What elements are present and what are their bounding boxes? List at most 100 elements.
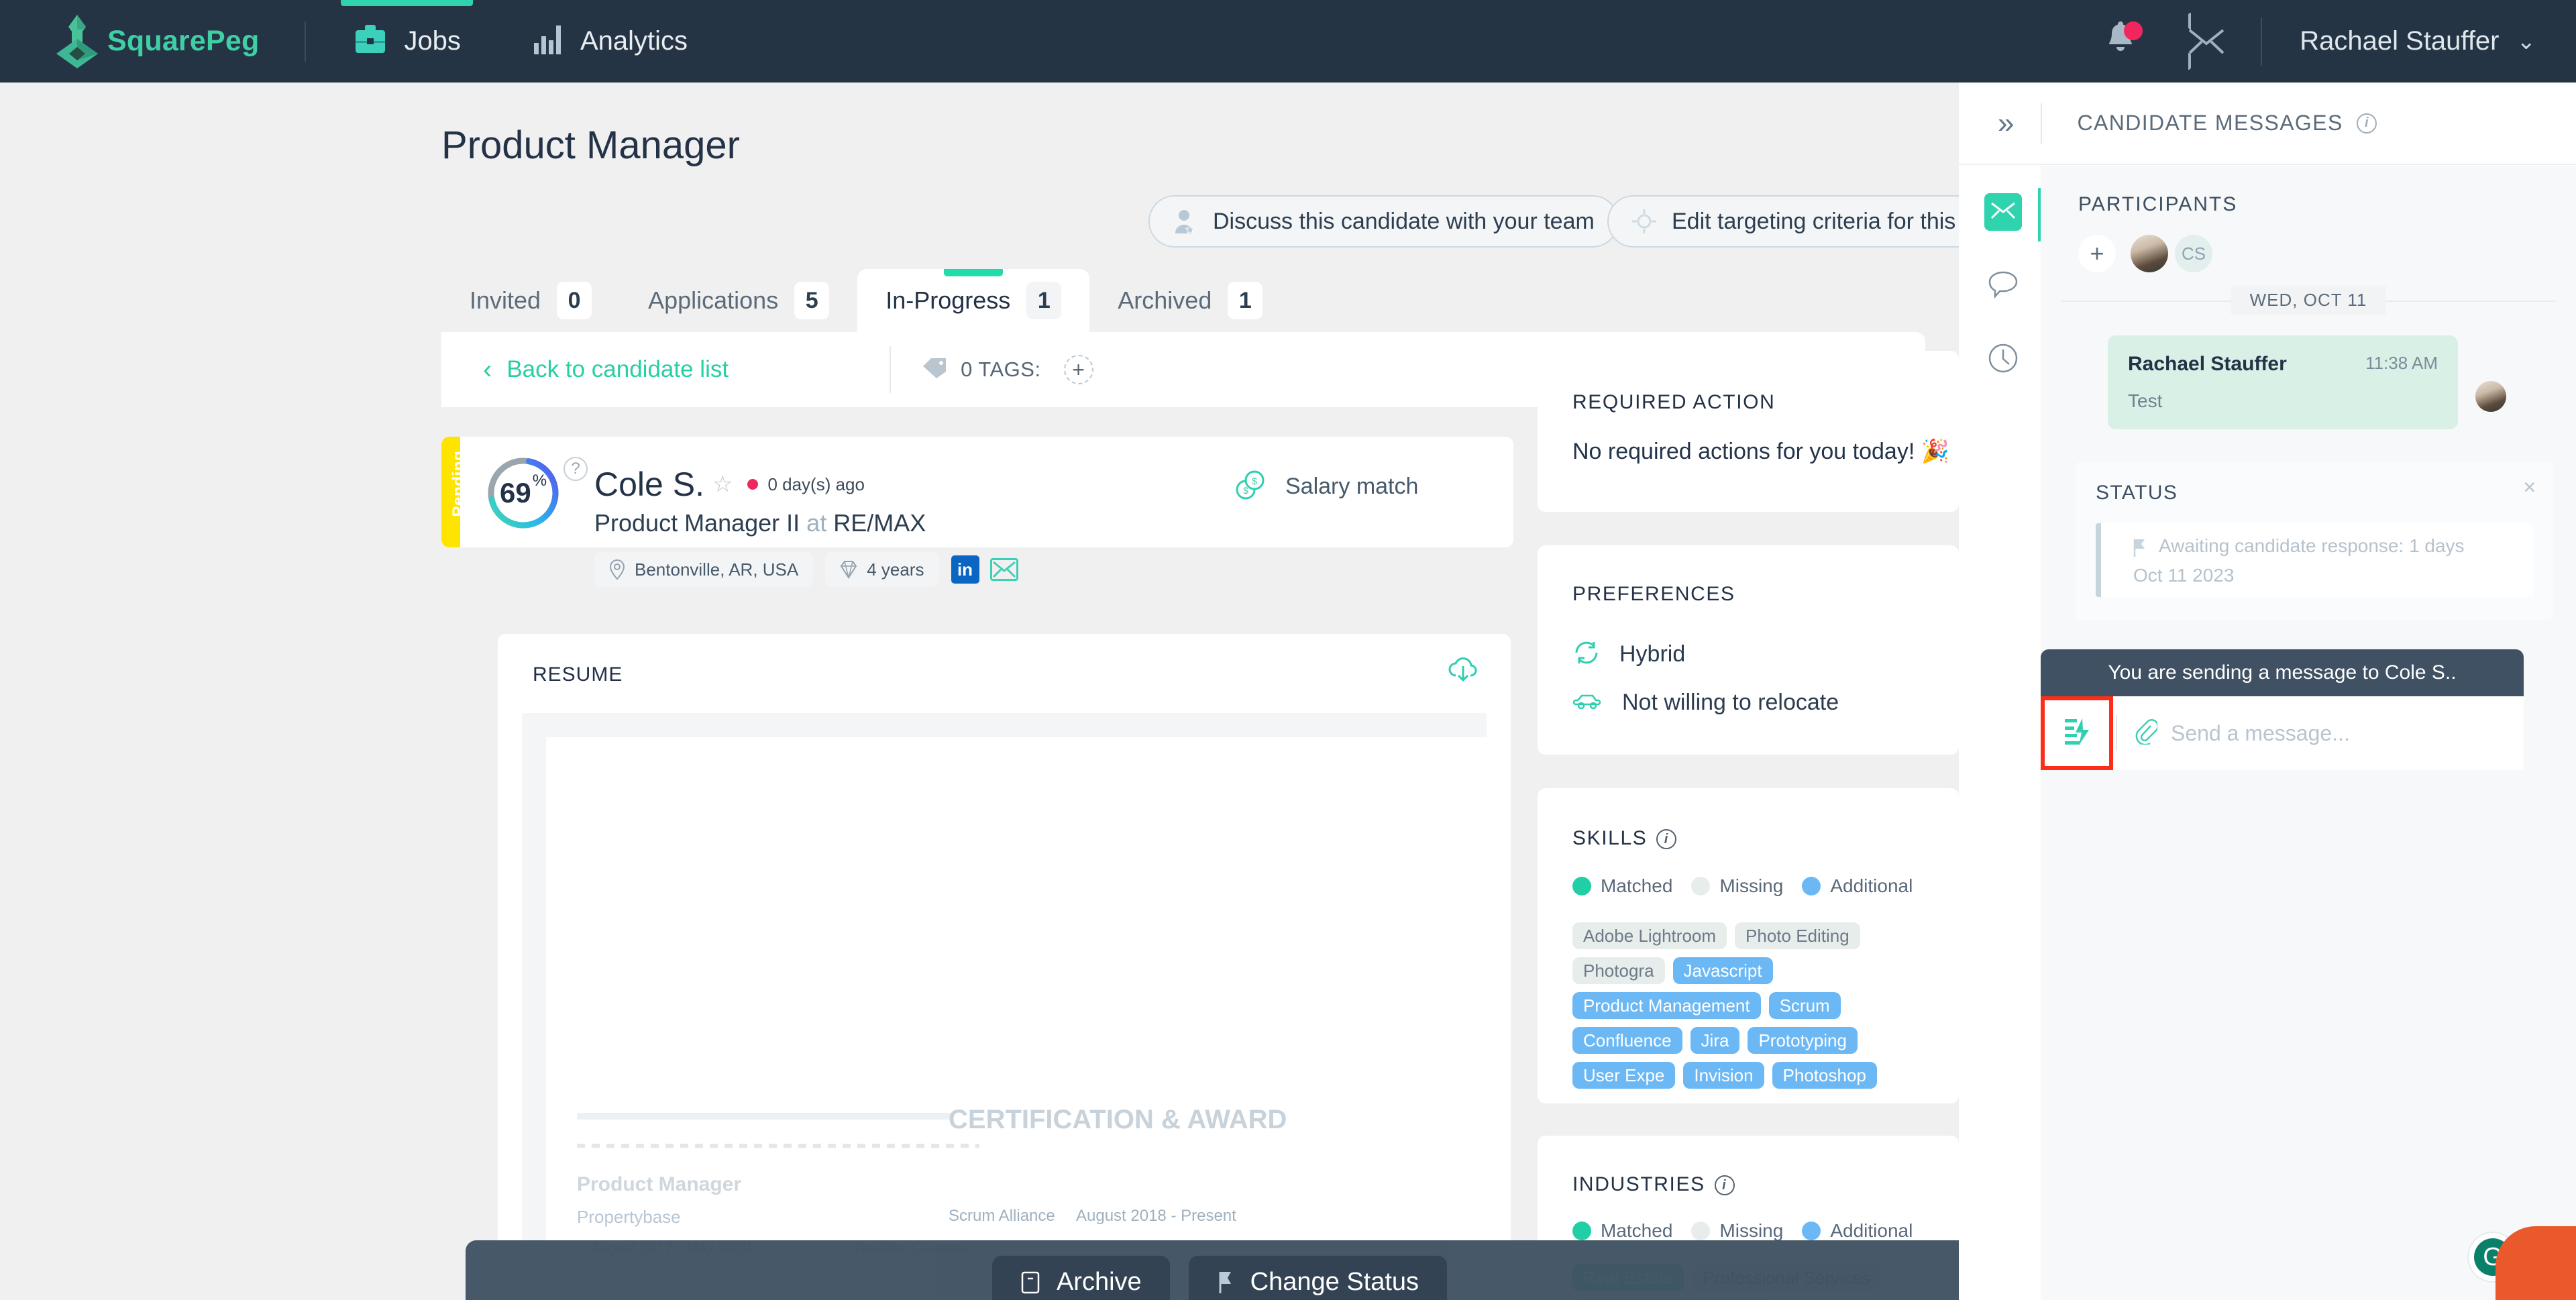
help-icon[interactable]: ? bbox=[564, 457, 588, 481]
location-pin-icon bbox=[609, 559, 625, 580]
rail-item-notes[interactable] bbox=[1984, 267, 2022, 305]
add-participant-button[interactable]: + bbox=[2078, 235, 2116, 272]
rail-item-history[interactable] bbox=[1984, 341, 2022, 378]
legend-matched: Matched bbox=[1572, 1220, 1672, 1242]
message-bubble: 11:38 AM Rachael Stauffer Test bbox=[2108, 335, 2458, 429]
resume-document-viewport[interactable]: Product Manager Propertybase August 2017… bbox=[522, 713, 1487, 1300]
nav-item-analytics[interactable]: Analytics bbox=[508, 0, 712, 83]
messages-panel-header: » CANDIDATE MESSAGES i bbox=[1959, 83, 2576, 165]
match-score-unit: % bbox=[532, 472, 547, 490]
legend-additional-label: Additional bbox=[1830, 875, 1913, 896]
svg-text:$: $ bbox=[1252, 476, 1257, 486]
candidate-at: at bbox=[800, 509, 834, 537]
message-input[interactable]: Send a message... bbox=[2171, 721, 2350, 746]
page-body: Product Manager Discuss this candidate w… bbox=[0, 83, 1992, 1300]
edit-targeting-button[interactable]: Edit targeting criteria for this j bbox=[1607, 195, 1992, 248]
match-score-value: 69 % bbox=[486, 455, 561, 531]
diamond-icon bbox=[840, 560, 857, 579]
briefcase-icon bbox=[353, 23, 388, 59]
tags-count-label: 0 TAGS: bbox=[961, 358, 1041, 381]
tag-chip: Adobe Lightroom bbox=[1572, 922, 1727, 949]
tag-chip: Javascript bbox=[1672, 957, 1773, 984]
linkedin-icon[interactable]: in bbox=[951, 555, 979, 584]
notifications-button[interactable] bbox=[2104, 21, 2143, 62]
edit-targeting-label: Edit targeting criteria for this j bbox=[1672, 208, 1968, 234]
chat-bubble-icon bbox=[1987, 270, 2019, 303]
target-icon bbox=[1631, 209, 1657, 234]
chevron-down-icon[interactable]: ⌄ bbox=[2517, 30, 2536, 53]
salary-match-chip: $ $ Salary match bbox=[1233, 469, 1418, 504]
nav-separator bbox=[2261, 17, 2263, 66]
status-heading: STATUS bbox=[2096, 482, 2178, 504]
info-icon[interactable]: i bbox=[2356, 113, 2377, 133]
rail-item-messages[interactable] bbox=[1984, 193, 2022, 231]
archive-button[interactable]: Archive bbox=[991, 1255, 1170, 1300]
skills-legend: Matched Missing Additional bbox=[1572, 875, 1931, 897]
candidate-name-row: Cole S. ☆ 0 day(s) ago bbox=[594, 465, 865, 504]
legend-additional-label: Additional bbox=[1830, 1220, 1913, 1241]
candidate-summary-card: Pending 69 % ? Cole S. ☆ 0 day(s) ago Pr… bbox=[441, 437, 1513, 587]
chevron-double-right-icon[interactable]: » bbox=[1998, 108, 2014, 138]
squarepeg-logo-icon bbox=[54, 13, 101, 70]
tab-invited[interactable]: Invited 0 bbox=[441, 269, 620, 332]
clock-icon bbox=[1988, 343, 2019, 377]
required-action-heading: REQUIRED ACTION bbox=[1572, 391, 1776, 413]
messages-button[interactable] bbox=[2188, 12, 2225, 70]
add-tag-button[interactable]: + bbox=[1063, 355, 1093, 384]
tab-in-progress[interactable]: In-Progress 1 bbox=[857, 269, 1090, 332]
tag-chip: Invision bbox=[1683, 1062, 1764, 1089]
messages-rail bbox=[1959, 166, 2042, 1300]
svg-text:$: $ bbox=[1243, 485, 1248, 496]
discuss-candidate-button[interactable]: Discuss this candidate with your team bbox=[1148, 195, 1619, 248]
candidate-experience-chip: 4 years bbox=[825, 552, 939, 587]
tag-chip: Product Management bbox=[1572, 992, 1761, 1019]
tab-applications-label: Applications bbox=[648, 286, 779, 314]
tag-chip: Photoshop bbox=[1772, 1062, 1877, 1089]
skills-heading: SKILLS i bbox=[1572, 827, 1677, 850]
brand-logo[interactable]: SquarePeg bbox=[54, 13, 259, 70]
close-icon[interactable]: × bbox=[2523, 475, 2536, 500]
info-icon[interactable]: i bbox=[1714, 1175, 1735, 1196]
message-author: Rachael Stauffer bbox=[2128, 353, 2287, 375]
envelope-icon bbox=[1990, 201, 2016, 223]
candidate-role: Product Manager II bbox=[594, 509, 800, 537]
skills-tag-list: Adobe Lightroom Photo Editing Photogra Java… bbox=[1572, 922, 1948, 1097]
paperclip-icon[interactable] bbox=[2135, 718, 2159, 748]
tag-icon bbox=[922, 357, 947, 383]
change-status-button[interactable]: Change Status bbox=[1188, 1255, 1448, 1300]
required-action-text: No required actions for you today! bbox=[1572, 439, 1915, 464]
email-candidate-icon[interactable] bbox=[989, 558, 1018, 581]
unread-dot bbox=[747, 479, 759, 490]
resume-section-heading: CERTIFICATION & AWARD bbox=[949, 1105, 1287, 1134]
quick-template-button[interactable] bbox=[2041, 696, 2113, 770]
back-to-candidate-list-link[interactable]: ‹ Back to candidate list bbox=[483, 356, 729, 383]
send-target-banner: You are sending a message to Cole S.. bbox=[2041, 649, 2524, 696]
tags-group: 0 TAGS: + bbox=[922, 355, 1093, 384]
salary-match-label: Salary match bbox=[1285, 474, 1419, 499]
resume-cert-dates: August 2018 - Present bbox=[1076, 1207, 1236, 1225]
nav-item-jobs[interactable]: Jobs bbox=[329, 0, 485, 83]
avatar-initials[interactable]: CS bbox=[2175, 235, 2212, 272]
notification-bell-icon bbox=[2104, 21, 2137, 62]
candidate-location-label: Bentonville, AR, USA bbox=[635, 559, 799, 580]
messages-panel-title: CANDIDATE MESSAGES bbox=[2077, 111, 2343, 135]
tab-applications[interactable]: Applications 5 bbox=[620, 269, 857, 332]
candidate-name: Cole S. bbox=[594, 466, 704, 503]
cloud-download-icon[interactable] bbox=[1448, 655, 1479, 688]
preference-item-hybrid: Hybrid bbox=[1572, 639, 1839, 669]
candidate-meta-row: Bentonville, AR, USA 4 years in bbox=[594, 552, 1018, 587]
change-status-label: Change Status bbox=[1250, 1268, 1419, 1296]
top-navigation-bar: SquarePeg Jobs Analytics Rachael Stauffe… bbox=[0, 0, 2576, 83]
nav-item-analytics-label: Analytics bbox=[580, 26, 688, 56]
legend-matched-label: Matched bbox=[1601, 1220, 1673, 1241]
favorite-star-icon[interactable]: ☆ bbox=[712, 471, 733, 498]
avatar bbox=[2475, 381, 2506, 412]
avatar[interactable] bbox=[2131, 235, 2168, 272]
archive-box-icon bbox=[1020, 1270, 1040, 1295]
tab-archived[interactable]: Archived 1 bbox=[1089, 269, 1291, 332]
status-box: STATUS × Awaiting candidate response: 1 … bbox=[2076, 462, 2553, 620]
bulk-action-bar: Archive Change Status bbox=[466, 1240, 1974, 1300]
info-icon[interactable]: i bbox=[1656, 829, 1677, 850]
person-star-icon bbox=[1173, 208, 1198, 235]
user-menu-label[interactable]: Rachael Stauffer bbox=[2300, 26, 2499, 56]
